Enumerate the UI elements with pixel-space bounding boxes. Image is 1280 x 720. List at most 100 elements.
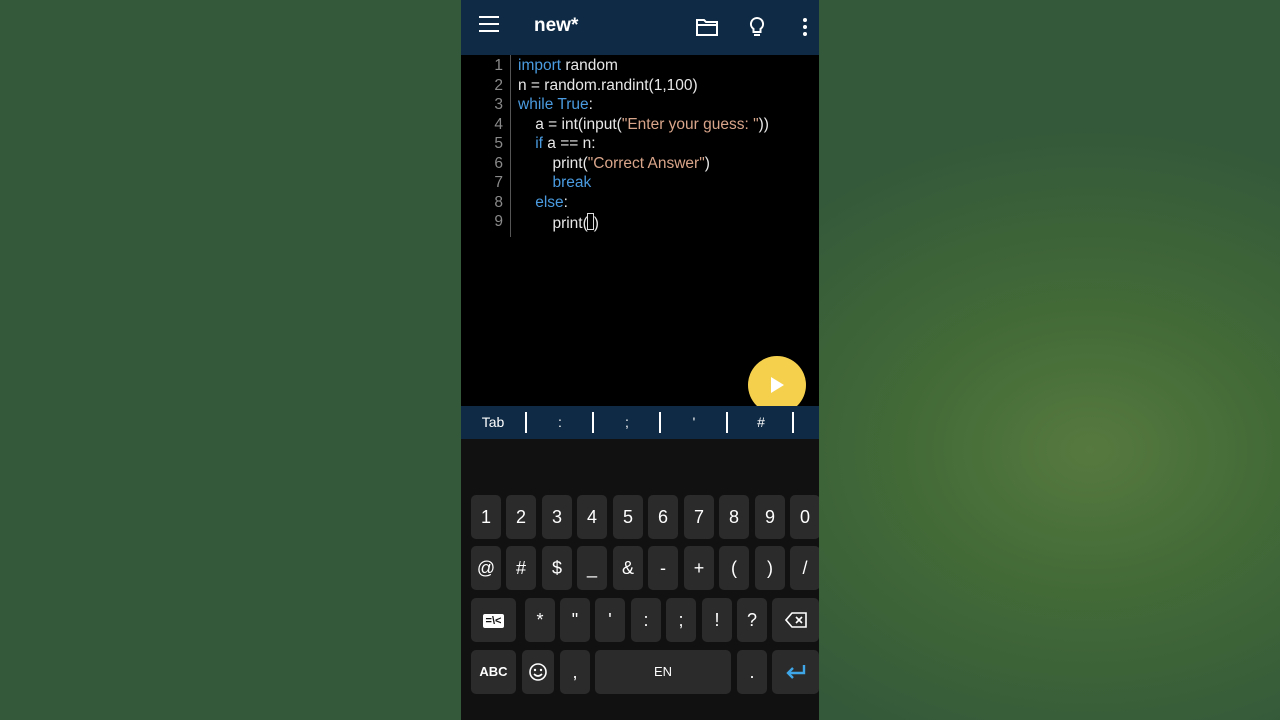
code-token: a == n:	[542, 135, 596, 152]
key[interactable]: "	[560, 598, 590, 642]
symbol-key[interactable]: :	[527, 406, 593, 439]
code-token: a = int(input(	[518, 115, 622, 133]
code-token: else	[535, 193, 564, 211]
comma-key[interactable]: ,	[560, 650, 590, 694]
key[interactable]: +	[684, 546, 714, 590]
period-key[interactable]: .	[737, 650, 767, 694]
code-line: 3 while True:	[461, 96, 819, 116]
key[interactable]: *	[525, 598, 555, 642]
play-icon	[771, 377, 784, 393]
symbol-key[interactable]: Tab	[471, 406, 515, 439]
folder-icon[interactable]	[695, 15, 719, 39]
code-text: print()	[518, 213, 599, 233]
key[interactable]: 2	[506, 495, 536, 539]
backspace-key[interactable]	[772, 598, 819, 642]
code-token: while True	[518, 96, 589, 113]
key[interactable]: /	[790, 546, 819, 590]
code-token: "Enter your guess: "	[621, 115, 759, 133]
code-line: 4 a = int(input("Enter your guess: "))	[461, 116, 819, 136]
key[interactable]: &	[613, 546, 643, 590]
key[interactable]: 7	[684, 495, 714, 539]
more-vert-icon[interactable]	[793, 15, 817, 39]
key[interactable]: ?	[737, 598, 767, 642]
code-text: n = random.randint(1,100)	[518, 77, 698, 95]
code-token: random	[561, 57, 618, 74]
code-token: ))	[758, 115, 769, 133]
code-text: print("Correct Answer")	[518, 154, 710, 173]
key[interactable]: (	[719, 546, 749, 590]
enter-icon	[785, 665, 805, 679]
key[interactable]: :	[631, 598, 661, 642]
code-token: :	[563, 193, 568, 211]
key[interactable]: 4	[577, 495, 607, 539]
key[interactable]: !	[702, 598, 732, 642]
key[interactable]: _	[577, 546, 607, 590]
code-line: 6 print("Correct Answer")	[461, 155, 819, 175]
key[interactable]: -	[648, 546, 678, 590]
line-number: 9	[494, 213, 503, 230]
text-cursor	[586, 213, 594, 230]
code-token: import	[518, 57, 562, 74]
code-line: 2 n = random.randint(1,100)	[461, 77, 819, 97]
key[interactable]: ;	[666, 598, 696, 642]
code-token: :	[588, 96, 593, 113]
code-token: "Correct Answer"	[587, 154, 705, 172]
symbol-key[interactable]: ;	[594, 406, 660, 439]
code-line: 1 import random	[461, 57, 819, 77]
code-token: print(	[518, 154, 588, 172]
symbol-toggle-key[interactable]: =\<	[471, 598, 516, 642]
code-token: if	[535, 135, 543, 152]
key[interactable]: 6	[648, 495, 678, 539]
menu-icon[interactable]	[479, 16, 499, 36]
line-number: 7	[494, 174, 503, 191]
key[interactable]: 0	[790, 495, 819, 539]
key[interactable]: @	[471, 546, 501, 590]
code-line: 9 print()	[461, 213, 819, 233]
key[interactable]: $	[542, 546, 572, 590]
code-token: )	[704, 154, 710, 172]
symbol-bar: Tab : ; ' #	[461, 406, 819, 439]
symbol-key[interactable]: '	[661, 406, 727, 439]
code-token: n = random.randint(1,100)	[518, 76, 698, 94]
code-line: 8 else:	[461, 194, 819, 214]
backspace-icon	[784, 612, 807, 628]
code-text: while True:	[518, 96, 593, 114]
code-token: )	[593, 215, 599, 232]
emoji-key[interactable]	[522, 650, 554, 694]
nav-bar	[461, 712, 819, 720]
key[interactable]: #	[506, 546, 536, 590]
soft-keyboard: 1234567890 @ # $ _ & - +() / =\< * " ':;!? ABC , E…	[461, 439, 819, 720]
abc-key[interactable]: ABC	[471, 650, 516, 694]
lightbulb-icon[interactable]	[745, 15, 769, 39]
key[interactable]: 1	[471, 495, 501, 539]
symbol-separator	[792, 412, 794, 433]
line-number: 2	[494, 76, 503, 94]
key[interactable]: 5	[613, 495, 643, 539]
line-number: 4	[494, 115, 503, 133]
key[interactable]: '	[595, 598, 625, 642]
code-line: 7 break	[461, 174, 819, 194]
emoji-icon	[529, 663, 547, 681]
line-number: 1	[494, 57, 503, 74]
space-key[interactable]: EN	[595, 650, 731, 694]
key[interactable]: 8	[719, 495, 749, 539]
line-number: 8	[494, 193, 503, 211]
code-text: import random	[518, 57, 618, 75]
code-text: a = int(input("Enter your guess: "))	[518, 116, 769, 134]
key[interactable]: 9	[755, 495, 785, 539]
phone-screen: new* 1 import random 2 n = random.randint(1…	[461, 0, 819, 720]
symbol-key[interactable]: #	[728, 406, 794, 439]
key[interactable]: 3	[542, 495, 572, 539]
code-text: break	[518, 174, 591, 192]
code-editor[interactable]: 1 import random 2 n = random.randint(1,100)…	[461, 55, 819, 405]
code-token: break	[552, 174, 592, 191]
code-line: 5 if a == n:	[461, 135, 819, 155]
enter-key[interactable]	[772, 650, 819, 694]
key[interactable]: )	[755, 546, 785, 590]
code-text: if a == n:	[518, 135, 596, 153]
code-token: print(	[518, 215, 588, 232]
code-text: else:	[518, 194, 568, 212]
